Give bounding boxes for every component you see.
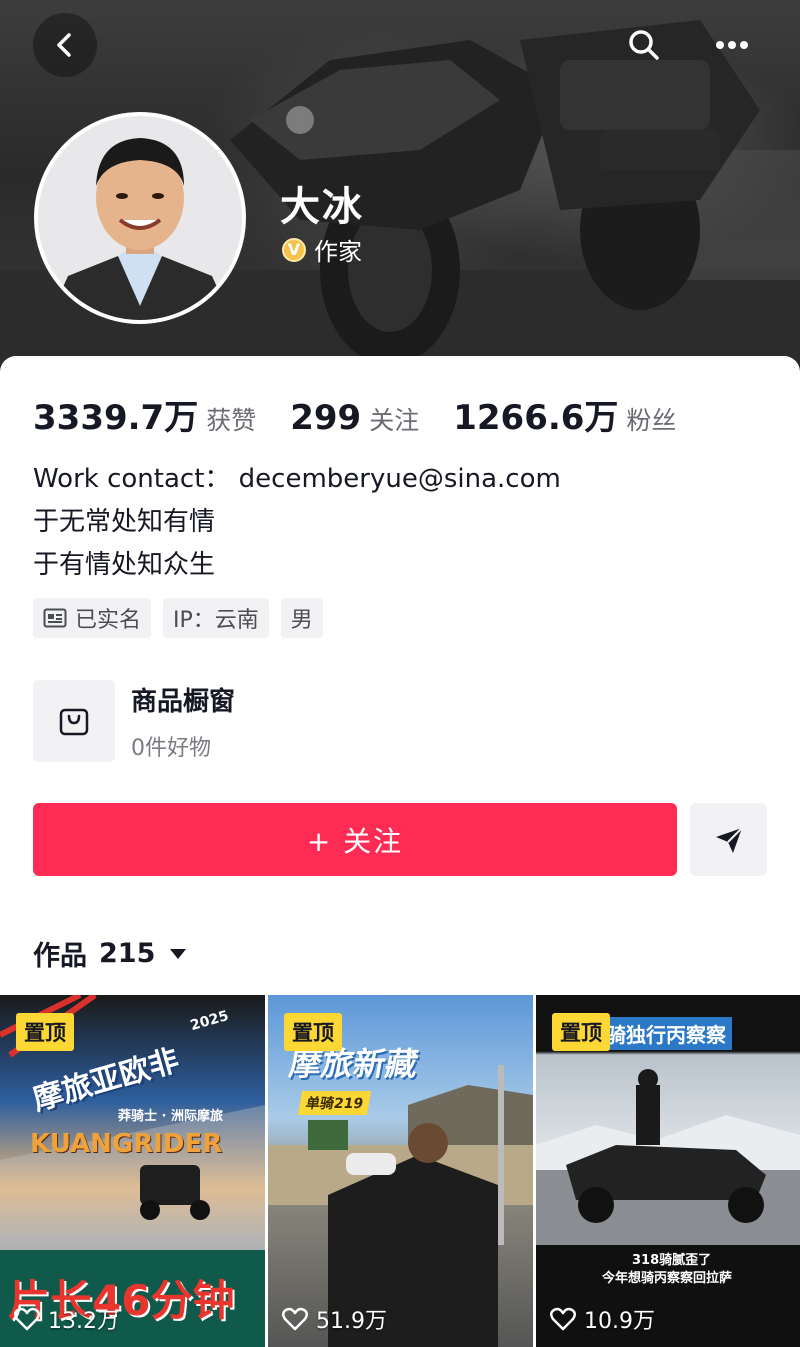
video-thumbnail[interactable]: 摩旅亚欧非 2025 莽骑士 · 洲际摩旅 KUANGRIDER 片长46分钟 … xyxy=(0,995,265,1347)
heart-icon xyxy=(550,1307,576,1331)
bio-line: 于无常处知有情 xyxy=(33,507,216,537)
share-button[interactable] xyxy=(690,803,767,876)
real-name-tag: 已实名 xyxy=(33,598,152,638)
profile-bio: Work contact： decemberyue@sina.com 于无常处知… xyxy=(33,458,561,587)
video-likes-count: 10.9万 xyxy=(584,1309,655,1334)
more-icon xyxy=(716,41,748,49)
video-tag-overlay: 单骑219 xyxy=(297,1091,372,1115)
likes-count: 3339.7万 xyxy=(33,398,199,438)
shop-subtitle: 0件好物 xyxy=(131,735,211,761)
back-icon xyxy=(57,33,71,57)
works-label: 作品 xyxy=(33,941,87,972)
ip-location-label: IP：云南 xyxy=(173,608,259,633)
video-likes-count: 13.2万 xyxy=(48,1309,119,1334)
avatar-image xyxy=(38,116,242,320)
heart-icon xyxy=(282,1307,308,1331)
id-card-icon xyxy=(43,608,67,628)
video-caption-line: 318骑腻歪了 xyxy=(632,1253,712,1268)
followers-count[interactable]: 1266.6万 xyxy=(453,390,618,439)
more-button[interactable] xyxy=(700,13,764,77)
video-subtitle-overlay: 莽骑士 · 洲际摩旅 xyxy=(118,1109,223,1124)
video-likes-count: 51.9万 xyxy=(316,1309,387,1334)
real-name-label: 已实名 xyxy=(75,608,142,633)
following-label[interactable]: 关注 xyxy=(369,401,419,437)
gender-label: 男 xyxy=(290,608,313,633)
video-likes: 51.9万 xyxy=(282,1303,387,1335)
caret-down-icon xyxy=(170,948,187,959)
likes-label: 获赞 xyxy=(206,406,257,435)
verified-badge-icon: V xyxy=(282,237,306,262)
profile-tags: 已实名 IP：云南 男 xyxy=(33,598,323,638)
search-icon xyxy=(629,30,659,60)
works-count: 215 xyxy=(99,938,156,969)
search-button[interactable] xyxy=(612,13,676,77)
heart-icon xyxy=(14,1307,40,1331)
works-tab[interactable]: 作品 215 xyxy=(33,934,187,973)
shop-text: 商品橱窗 0件好物 xyxy=(131,681,235,762)
video-title-overlay: 骑独行丙察察 xyxy=(600,1017,732,1050)
video-grid: 摩旅亚欧非 2025 莽骑士 · 洲际摩旅 KUANGRIDER 片长46分钟 … xyxy=(0,995,800,1347)
followers-label[interactable]: 粉丝 xyxy=(626,401,676,437)
video-caption-line: 今年想骑丙察察回拉萨 xyxy=(602,1271,733,1286)
shop-icon-box xyxy=(33,680,115,762)
bio-line: 于有情处知众生 xyxy=(33,550,216,580)
avatar[interactable] xyxy=(34,112,246,324)
video-thumbnail[interactable]: 骑独行丙察察 318骑腻歪了 今年想骑丙察察回拉萨 置顶 10.9万 xyxy=(536,995,800,1347)
following-count[interactable]: 299 xyxy=(290,398,361,438)
profile-banner: 大冰 V 作家 xyxy=(0,0,800,380)
shop-window-entry[interactable]: 商品橱窗 0件好物 xyxy=(33,680,235,762)
video-thumbnail[interactable]: 摩旅新藏 单骑219 置顶 51.9万 xyxy=(268,995,533,1347)
verified-label: V 作家 xyxy=(282,232,362,267)
profile-stats: 3339.7万 获赞 299 关注 1266.6万 粉丝 xyxy=(33,390,710,439)
bio-line: Work contact： decemberyue@sina.com xyxy=(33,464,561,494)
ip-location-tag: IP：云南 xyxy=(163,598,269,638)
pinned-badge: 置顶 xyxy=(284,1013,342,1051)
back-button[interactable] xyxy=(33,13,97,77)
shop-title: 商品橱窗 xyxy=(131,686,236,717)
pinned-badge: 置顶 xyxy=(552,1013,610,1051)
video-likes: 13.2万 xyxy=(14,1303,119,1335)
gender-tag: 男 xyxy=(280,598,323,638)
video-brand-overlay: KUANGRIDER xyxy=(30,1129,223,1159)
video-likes: 10.9万 xyxy=(550,1303,655,1335)
shop-bag-icon xyxy=(59,708,89,736)
share-icon xyxy=(715,826,743,853)
profile-name: 大冰 xyxy=(280,184,364,230)
follow-button[interactable]: + 关注 xyxy=(33,803,677,876)
pinned-badge: 置顶 xyxy=(16,1013,74,1051)
verified-title: 作家 xyxy=(314,238,362,266)
